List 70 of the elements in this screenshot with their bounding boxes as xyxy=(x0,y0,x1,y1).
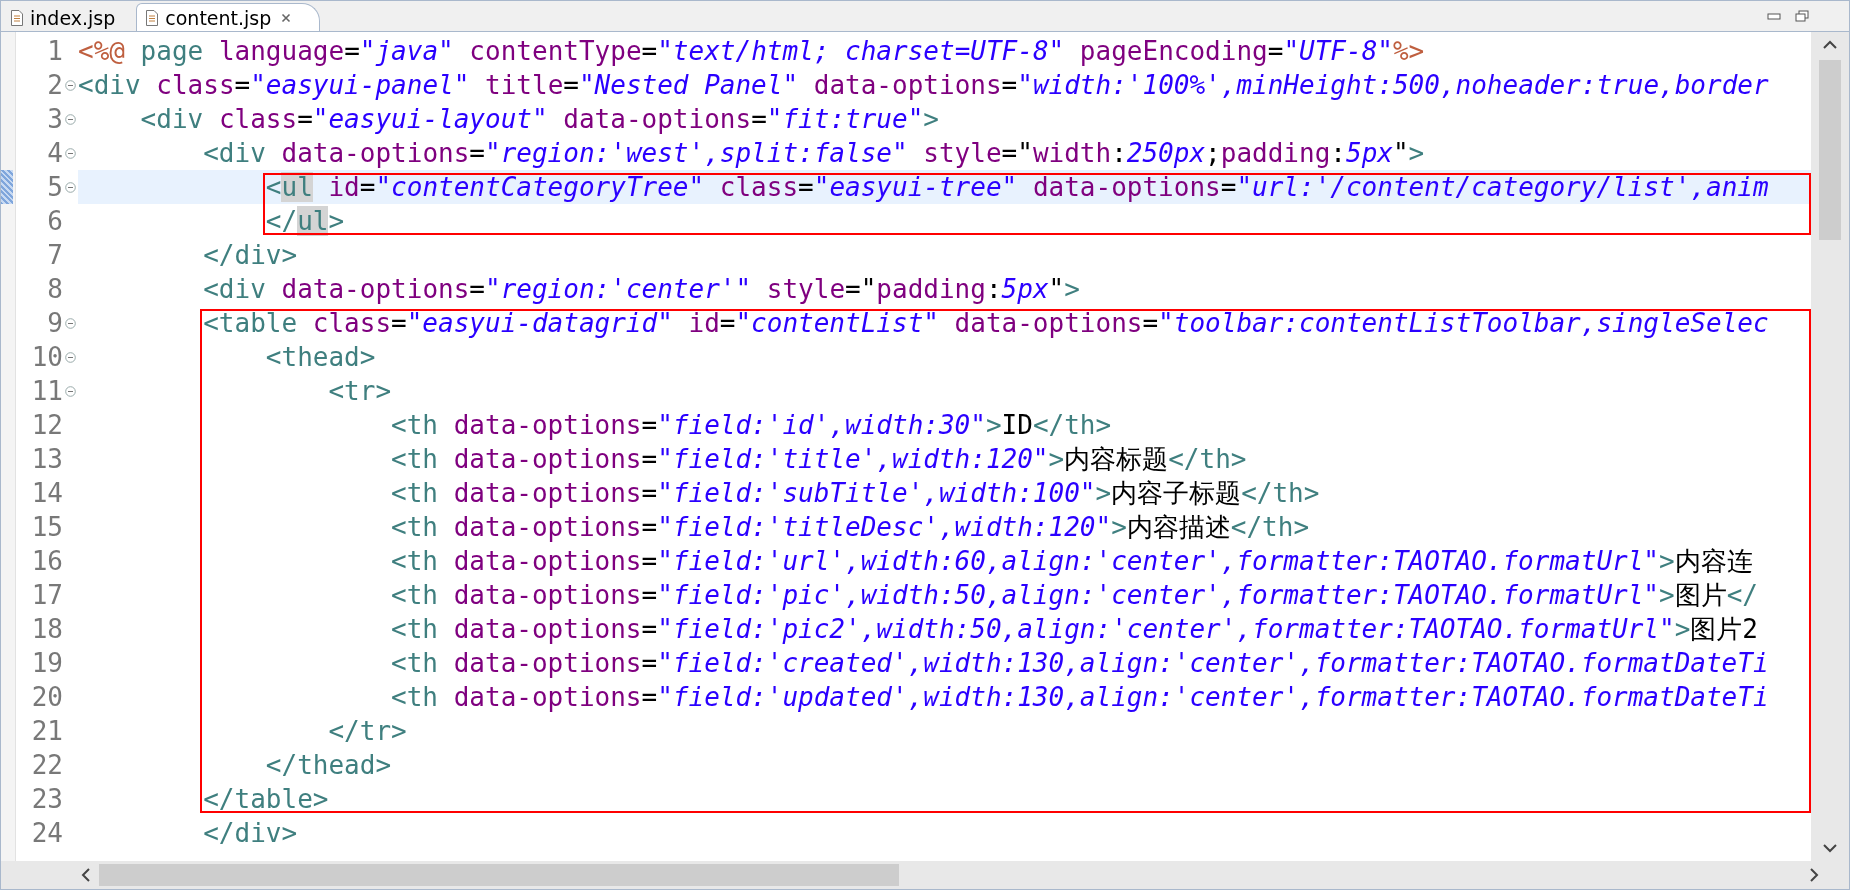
line-number: 15 xyxy=(31,512,63,542)
fold-icon[interactable] xyxy=(65,351,76,363)
line-number: 4 xyxy=(47,138,63,168)
line-number: 23 xyxy=(31,784,63,814)
line-number: 6 xyxy=(47,206,63,236)
line-number: 10 xyxy=(31,342,63,372)
editor-tab[interactable]: index.jsp xyxy=(1,3,131,31)
code-line: <th data-options="field:'titleDesc',width:120">内容描述</th> xyxy=(391,512,1310,542)
code-line: </div> xyxy=(203,240,298,270)
code-line: <th data-options="field:'pic2',width:50,align:'center',formatter:TAOTAO.formatUrl">图片2 xyxy=(391,614,1758,644)
file-icon xyxy=(10,9,24,26)
scroll-up-icon[interactable] xyxy=(1822,40,1838,50)
scroll-right-icon[interactable] xyxy=(1809,867,1819,883)
code-line: </tr> xyxy=(328,716,407,746)
scrollbar-thumb[interactable] xyxy=(1819,60,1841,240)
code-line: <table class="easyui-datagrid" id="contentList" data-options="toolbar:contentListToolbar,singleSelec xyxy=(203,308,1769,338)
line-number: 8 xyxy=(47,274,63,304)
minimize-icon[interactable] xyxy=(1767,11,1781,21)
code-line: <div class="easyui-layout" data-options="fit:true"> xyxy=(140,104,939,134)
line-number: 22 xyxy=(31,750,63,780)
code-line: <div class="easyui-panel" title="Nested Panel" data-options="width:'100%',minHeight:500,noheader:true,border xyxy=(78,70,1769,100)
code-line: <tr> xyxy=(328,376,392,406)
file-icon xyxy=(145,9,160,26)
fold-icon[interactable] xyxy=(65,181,76,193)
line-number: 21 xyxy=(31,716,63,746)
editor-tab[interactable]: content.jsp xyxy=(136,3,321,31)
line-number: 18 xyxy=(31,614,63,644)
fold-icon[interactable] xyxy=(65,113,76,125)
line-number: 20 xyxy=(31,682,63,712)
code-line: <div data-options="region:'center'" style="padding:5px"> xyxy=(203,274,1080,304)
line-number: 17 xyxy=(31,580,63,610)
code-line: </table> xyxy=(203,784,329,814)
horizontal-scrollbar[interactable] xyxy=(1,861,1849,889)
line-number: 5 xyxy=(47,172,63,202)
line-number: 7 xyxy=(47,240,63,270)
code-line: <th data-options="field:'subTitle',width:100">内容子标题</th> xyxy=(391,478,1320,508)
line-number: 11 xyxy=(31,376,63,406)
code-line: <thead> xyxy=(265,342,376,372)
line-number: 1 xyxy=(47,36,63,66)
code-line: <th data-options="field:'url',width:60,align:'center',formatter:TAOTAO.formatUrl">内容连 xyxy=(391,546,1753,576)
line-number: 14 xyxy=(31,478,63,508)
code-line: </div> xyxy=(203,818,298,848)
fold-icon[interactable] xyxy=(65,385,76,397)
line-number: 19 xyxy=(31,648,63,678)
code-line: <th data-options="field:'title',width:120">内容标题</th> xyxy=(391,444,1247,474)
code-line: <ul id="contentCategoryTree" class="easyui-tree" data-options="url:'/content/category/list',anim xyxy=(265,172,1769,202)
fold-icon[interactable] xyxy=(65,147,76,159)
line-number: 2 xyxy=(47,70,63,100)
line-number: 3 xyxy=(47,104,63,134)
vertical-scrollbar[interactable] xyxy=(1811,32,1849,861)
fold-icon[interactable] xyxy=(65,79,76,91)
line-number: 16 xyxy=(31,546,63,576)
scroll-down-icon[interactable] xyxy=(1822,843,1838,853)
code-line: <div data-options="region:'west',split:false" style="width:250px;padding:5px"> xyxy=(203,138,1425,168)
code-line: <th data-options="field:'created',width:130,align:'center',formatter:TAOTAO.formatDateTi xyxy=(391,648,1769,678)
scroll-left-icon[interactable] xyxy=(81,867,91,883)
fold-icon[interactable] xyxy=(65,317,76,329)
code-line: <%@ page language="java" contentType="text/html; charset=UTF-8" pageEncoding="UTF-8"%> xyxy=(78,36,1425,66)
line-number: 9 xyxy=(47,308,63,338)
code-line: <th data-options="field:'id',width:30">ID</th> xyxy=(391,410,1112,440)
code-line: <th data-options="field:'pic',width:50,align:'center',formatter:TAOTAO.formatUrl">图片</ xyxy=(391,580,1758,610)
line-number: 13 xyxy=(31,444,63,474)
restore-icon[interactable] xyxy=(1795,10,1809,22)
line-number: 24 xyxy=(31,818,63,848)
close-icon[interactable] xyxy=(281,12,292,23)
code-line: </thead> xyxy=(265,750,392,780)
code-line: </ul> xyxy=(265,206,345,236)
line-number: 12 xyxy=(31,410,63,440)
code-line: <th data-options="field:'updated',width:130,align:'center',formatter:TAOTAO.formatDateTi xyxy=(391,682,1769,712)
scrollbar-thumb[interactable] xyxy=(99,864,899,886)
